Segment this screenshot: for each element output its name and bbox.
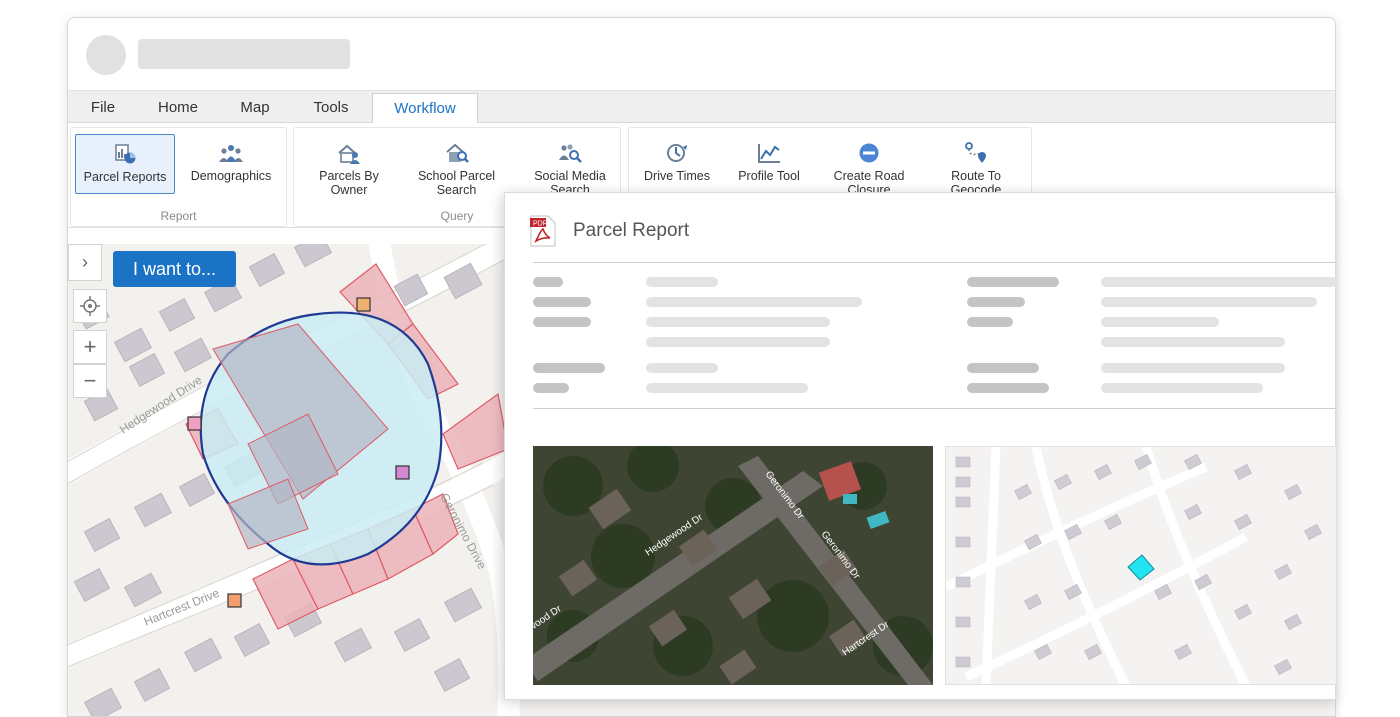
parcels-by-owner-icon xyxy=(338,144,360,164)
minus-icon: − xyxy=(83,368,97,393)
pdf-badge-text: PDF xyxy=(533,221,547,228)
zoom-out-button[interactable]: − xyxy=(73,364,107,398)
profile-tool-button[interactable]: Profile Tool xyxy=(729,134,809,194)
chevron-right-icon: › xyxy=(82,252,88,272)
drive-times-button[interactable]: Drive Times xyxy=(637,134,717,194)
avatar xyxy=(86,35,126,75)
crosshair-icon xyxy=(80,296,100,316)
plus-icon: + xyxy=(83,334,97,359)
create-road-closure-button[interactable]: Create Road Closure xyxy=(824,134,914,197)
tab-tools[interactable]: Tools xyxy=(304,91,358,124)
parcels-by-owner-label: Parcels By Owner xyxy=(319,169,379,197)
ribbon-group-report: Parcel Reports Demographics Report xyxy=(70,127,287,227)
profile-tool-icon xyxy=(758,144,780,163)
route-icon xyxy=(965,142,986,163)
tab-map[interactable]: Map xyxy=(230,91,280,124)
parcel-report-icon xyxy=(115,144,136,164)
expand-panel-button[interactable]: › xyxy=(68,244,102,281)
demographics-icon xyxy=(219,145,243,162)
title-bar xyxy=(68,18,1335,90)
i-want-to-button[interactable]: I want to... xyxy=(113,251,236,287)
divider-top xyxy=(533,262,1337,263)
profile-tool-label: Profile Tool xyxy=(738,169,800,183)
overview-map xyxy=(945,446,1337,685)
tab-workflow[interactable]: Workflow xyxy=(372,93,478,127)
divider-bottom xyxy=(533,408,1337,409)
parcel-reports-label: Parcel Reports xyxy=(83,170,167,184)
drive-times-icon xyxy=(667,144,687,162)
social-media-search-button[interactable]: Social Media Search xyxy=(520,134,620,197)
overview-map-canvas xyxy=(946,447,1336,684)
social-media-search-icon xyxy=(559,144,582,163)
report-title: Parcel Report xyxy=(573,220,690,241)
tab-bar: File Home Map Tools Workflow xyxy=(68,90,1335,127)
demographics-label: Demographics xyxy=(190,169,272,183)
school-parcel-search-label: School Parcel Search xyxy=(417,169,496,197)
demographics-button[interactable]: Demographics xyxy=(181,134,281,194)
create-road-closure-icon xyxy=(859,143,879,163)
group-label-report: Report xyxy=(160,209,197,223)
locate-button[interactable] xyxy=(73,289,107,323)
zoom-in-button[interactable]: + xyxy=(73,330,107,364)
route-button[interactable]: Route To Geocode xyxy=(931,134,1021,197)
pdf-icon: PDF xyxy=(530,215,556,247)
parcel-report-panel: PDF Parcel Report Hedgewood Dr Geronimo … xyxy=(504,192,1337,700)
school-parcel-search-icon xyxy=(445,143,469,163)
tab-home[interactable]: Home xyxy=(150,91,206,124)
title-placeholder xyxy=(138,39,350,69)
parcel-reports-button[interactable]: Parcel Reports xyxy=(75,134,175,194)
tab-file[interactable]: File xyxy=(78,91,128,124)
school-parcel-search-button[interactable]: School Parcel Search xyxy=(409,134,504,197)
aerial-photo: Hedgewood Dr Geronimo Dr Geronimo Dr Har… xyxy=(533,446,933,685)
aerial-image: Hedgewood Dr Geronimo Dr Geronimo Dr Har… xyxy=(533,446,933,685)
drive-times-label: Drive Times xyxy=(644,169,710,183)
parcels-by-owner-button[interactable]: Parcels By Owner xyxy=(304,134,394,197)
